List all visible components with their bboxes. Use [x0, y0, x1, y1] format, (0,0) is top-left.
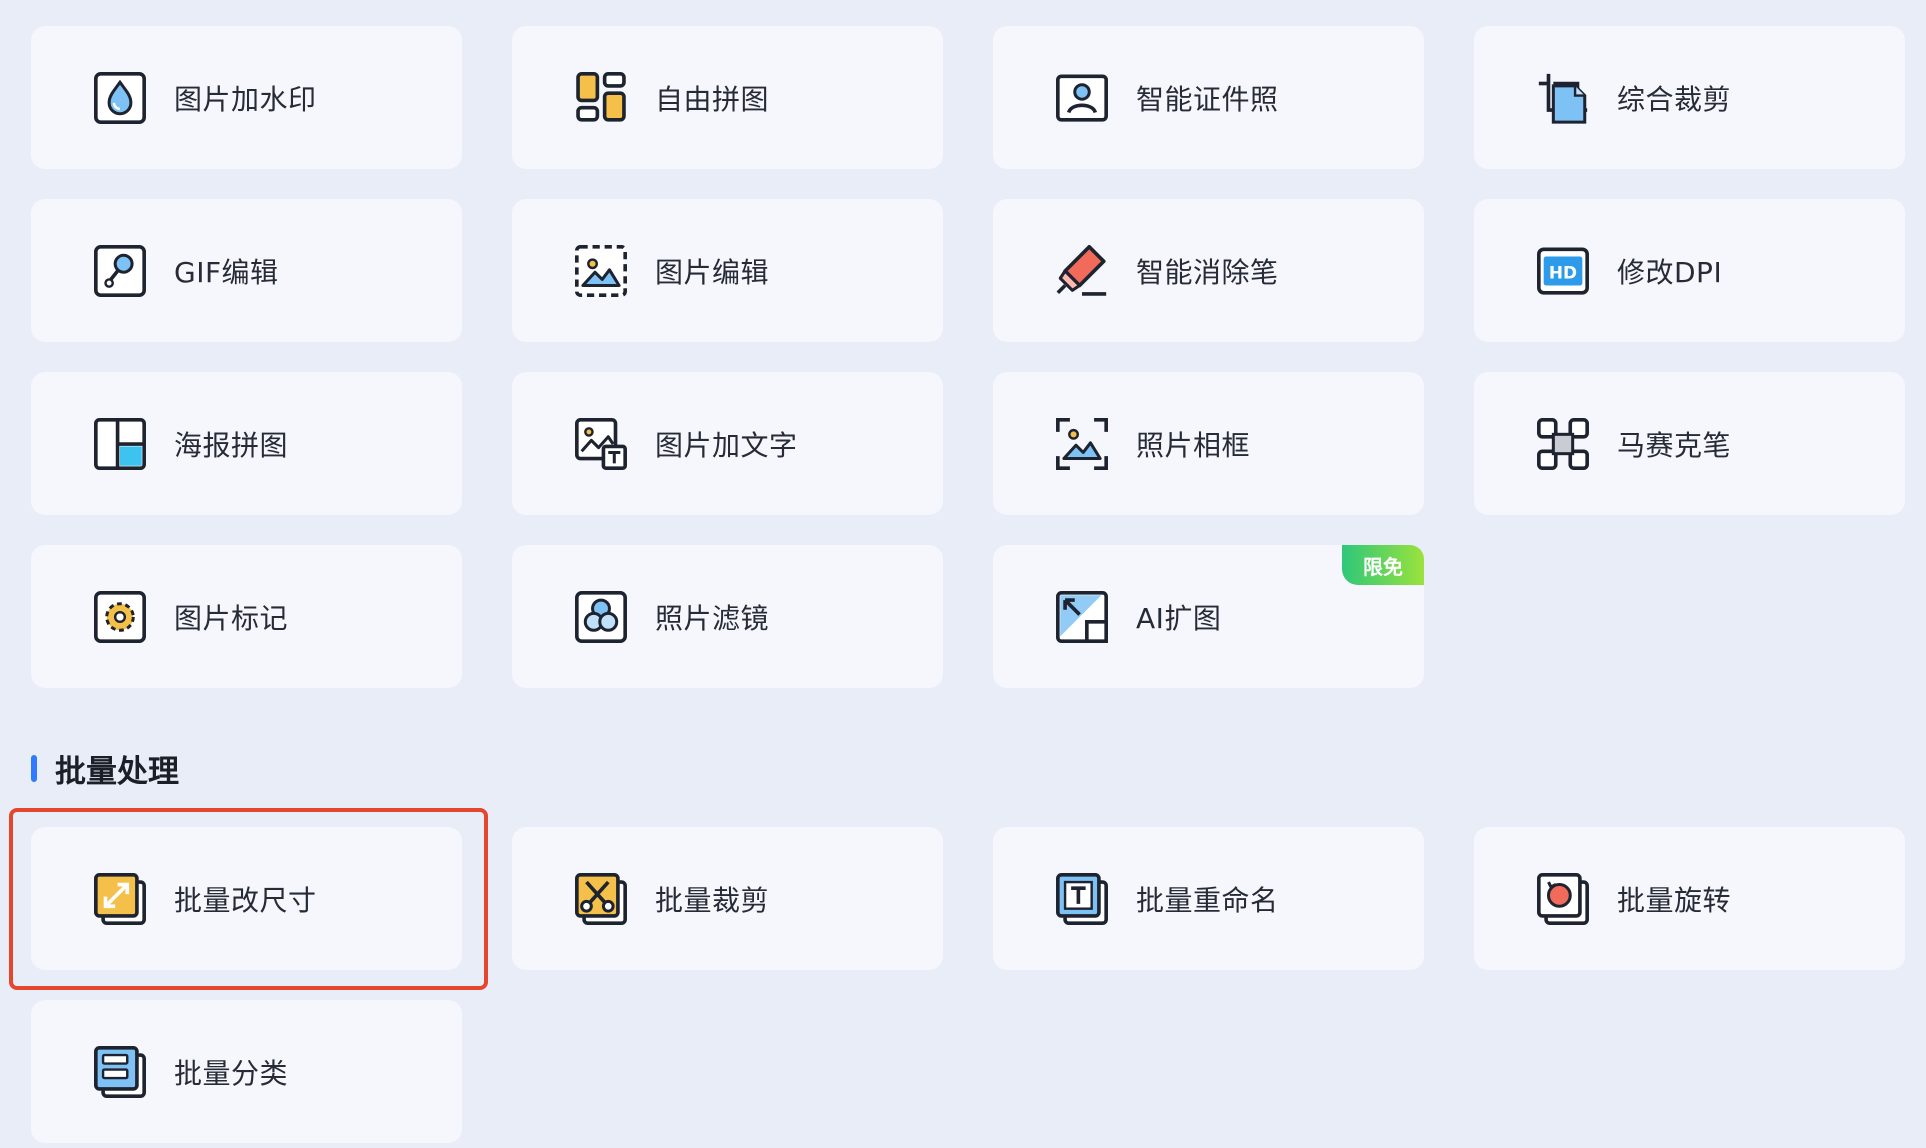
- image-text-icon: [572, 415, 630, 473]
- tool-card-eraser-pen[interactable]: 智能消除笔: [993, 199, 1424, 342]
- tool-card-gif-edit[interactable]: GIF编辑: [31, 199, 462, 342]
- tool-card-image-mark[interactable]: 图片标记: [31, 545, 462, 688]
- tool-label: GIF编辑: [174, 255, 279, 289]
- tool-card-batch-rename[interactable]: 批量重命名: [993, 827, 1424, 970]
- batch-classify-icon: [91, 1043, 149, 1101]
- tool-card-batch-crop[interactable]: 批量裁剪: [512, 827, 943, 970]
- tool-label: 批量裁剪: [655, 883, 770, 917]
- tool-card-free-collage[interactable]: 自由拼图: [512, 26, 943, 169]
- tool-card-image-text[interactable]: 图片加文字: [512, 372, 943, 515]
- tool-label: 图片标记: [174, 601, 289, 635]
- tool-card-id-photo[interactable]: 智能证件照: [993, 26, 1424, 169]
- image-mark-icon: [91, 588, 149, 646]
- photo-filter-icon: [572, 588, 630, 646]
- tool-card-watermark[interactable]: 图片加水印: [31, 26, 462, 169]
- mosaic-pen-icon: [1534, 415, 1592, 473]
- tool-card-mosaic-pen[interactable]: 马赛克笔: [1474, 372, 1905, 515]
- tool-label: 海报拼图: [174, 428, 289, 462]
- tool-card-batch-resize[interactable]: 批量改尺寸: [31, 827, 462, 970]
- batch-rename-icon: [1053, 870, 1111, 928]
- photo-frame-icon: [1053, 415, 1111, 473]
- tool-label: AI扩图: [1136, 601, 1222, 635]
- tool-label: 批量重命名: [1136, 883, 1279, 917]
- watermark-drop-icon: [91, 69, 149, 127]
- tool-label: 智能消除笔: [1136, 255, 1279, 289]
- tool-label: 批量改尺寸: [174, 883, 317, 917]
- tool-label: 智能证件照: [1136, 82, 1279, 116]
- tool-card-dpi[interactable]: HD 修改DPI: [1474, 199, 1905, 342]
- batch-rotate-icon: [1534, 870, 1592, 928]
- image-edit-icon: [572, 242, 630, 300]
- section-title-text: 批量处理: [55, 754, 179, 790]
- tool-label: 马赛克笔: [1617, 428, 1732, 462]
- id-photo-icon: [1053, 69, 1111, 127]
- tool-label: 修改DPI: [1617, 255, 1723, 289]
- section-accent-bar: [31, 755, 37, 782]
- tool-card-batch-classify[interactable]: 批量分类: [31, 1000, 462, 1143]
- poster-collage-icon: [91, 415, 149, 473]
- tool-card-photo-frame[interactable]: 照片相框: [993, 372, 1424, 515]
- batch-crop-icon: [572, 870, 630, 928]
- tool-label: 照片滤镜: [655, 601, 770, 635]
- free-collage-icon: [572, 69, 630, 127]
- tool-card-crop[interactable]: 综合裁剪: [1474, 26, 1905, 169]
- tool-label: 图片加文字: [655, 428, 798, 462]
- batch-tool-grid: 批量改尺寸 批量裁剪 批量重命名 批量旋转 批量分类: [31, 827, 1905, 1143]
- tool-card-photo-filter[interactable]: 照片滤镜: [512, 545, 943, 688]
- tool-grid: 图片加水印 自由拼图 智能证件照 综合裁剪 GIF编辑 图片编辑 智能消除笔 H…: [31, 26, 1905, 688]
- section-title-batch: 批量处理: [31, 746, 179, 791]
- tool-label: 图片编辑: [655, 255, 770, 289]
- svg-text:HD: HD: [1549, 262, 1577, 282]
- batch-resize-icon: [91, 870, 149, 928]
- tool-label: 照片相框: [1136, 428, 1251, 462]
- tool-label: 批量旋转: [1617, 883, 1732, 917]
- free-badge: 限免: [1342, 545, 1424, 585]
- tool-label: 图片加水印: [174, 82, 317, 116]
- tool-card-image-edit[interactable]: 图片编辑: [512, 199, 943, 342]
- crop-icon: [1534, 69, 1592, 127]
- hd-dpi-icon: HD: [1534, 242, 1592, 300]
- tool-label: 综合裁剪: [1617, 82, 1732, 116]
- tool-card-ai-expand[interactable]: AI扩图 限免: [993, 545, 1424, 688]
- ai-expand-icon: [1053, 588, 1111, 646]
- tool-label: 自由拼图: [655, 82, 770, 116]
- gif-edit-icon: [91, 242, 149, 300]
- eraser-pen-icon: [1053, 242, 1111, 300]
- tool-card-batch-rotate[interactable]: 批量旋转: [1474, 827, 1905, 970]
- tool-label: 批量分类: [174, 1056, 289, 1090]
- tool-card-poster-collage[interactable]: 海报拼图: [31, 372, 462, 515]
